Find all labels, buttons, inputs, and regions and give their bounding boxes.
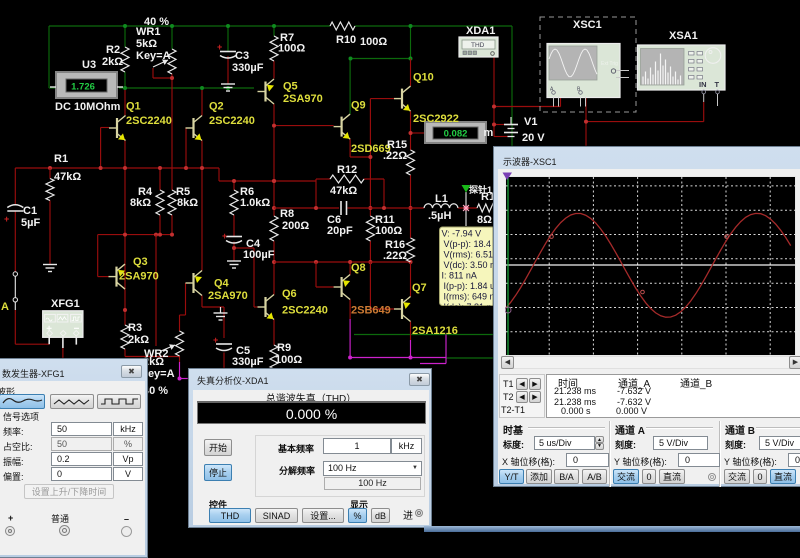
svg-text:100Ω: 100Ω — [375, 225, 402, 237]
svg-text:8kΩ: 8kΩ — [130, 197, 151, 209]
svg-text:XFG1: XFG1 — [51, 298, 80, 310]
svg-text:5µF: 5µF — [21, 217, 40, 229]
svg-text:8Ω: 8Ω — [477, 214, 492, 226]
svg-text:Q3: Q3 — [133, 256, 148, 268]
svg-text:Q6: Q6 — [282, 288, 297, 300]
svg-text:47kΩ: 47kΩ — [330, 185, 357, 197]
svg-text:Q8: Q8 — [351, 262, 366, 274]
svg-text:m: m — [484, 127, 494, 139]
svg-text:1.0kΩ: 1.0kΩ — [240, 197, 270, 209]
svg-text:DC 10MOhm: DC 10MOhm — [55, 101, 121, 113]
svg-text:+: + — [222, 231, 227, 241]
svg-text:探针1: 探针1 — [469, 184, 492, 195]
svg-text:2SC2240: 2SC2240 — [126, 115, 172, 127]
svg-text:+: + — [213, 335, 218, 345]
svg-text:2SA970: 2SA970 — [283, 93, 323, 105]
svg-text:I(p-p): 1.84 u: I(p-p): 1.84 u — [444, 281, 496, 291]
svg-text:20 V: 20 V — [522, 132, 545, 144]
svg-text:R10: R10 — [336, 34, 356, 46]
svg-text:Ext Trig: Ext Trig — [601, 61, 618, 67]
svg-text:330µF: 330µF — [232, 62, 264, 74]
svg-text:+: + — [217, 42, 222, 52]
svg-text:2SC2240: 2SC2240 — [209, 115, 255, 127]
svg-text:Q9: Q9 — [351, 100, 366, 112]
svg-text:2SC2922: 2SC2922 — [413, 113, 459, 125]
svg-text:THD: THD — [471, 42, 485, 49]
svg-text:IN: IN — [699, 80, 707, 89]
svg-text:1.726: 1.726 — [71, 82, 95, 93]
svg-text:R2: R2 — [106, 44, 120, 56]
svg-text:Q1: Q1 — [126, 101, 141, 113]
svg-text:.5µH: .5µH — [428, 210, 452, 222]
svg-text:2SB649: 2SB649 — [351, 305, 391, 317]
svg-text:100Ω: 100Ω — [275, 354, 302, 366]
svg-text:2SA1216: 2SA1216 — [412, 325, 458, 337]
svg-text:V: -7.94 V: V: -7.94 V — [442, 229, 482, 239]
svg-text:100Ω: 100Ω — [360, 36, 387, 48]
svg-text:47kΩ: 47kΩ — [54, 171, 81, 183]
svg-text:U3: U3 — [82, 59, 96, 71]
svg-text:200Ω: 200Ω — [282, 220, 309, 232]
svg-text:2SA970: 2SA970 — [208, 290, 248, 302]
svg-text:R12: R12 — [337, 164, 357, 176]
svg-text:100µF: 100µF — [243, 249, 275, 261]
svg-text:100Ω: 100Ω — [278, 43, 305, 55]
svg-text:R9: R9 — [277, 342, 291, 354]
svg-text:Q10: Q10 — [413, 72, 434, 84]
svg-text:V(dc): 3.50 m: V(dc): 3.50 m — [444, 260, 498, 270]
svg-text:Key=A: Key=A — [136, 50, 171, 62]
svg-text:A: A — [1, 301, 9, 313]
svg-text:T: T — [715, 80, 720, 89]
svg-text:C1: C1 — [23, 205, 37, 217]
svg-text:Q4: Q4 — [214, 278, 230, 290]
svg-text:I(rms): 649 n: I(rms): 649 n — [444, 292, 495, 302]
svg-text:I: 811 nA: I: 811 nA — [442, 271, 477, 281]
svg-text:0.082: 0.082 — [444, 129, 468, 140]
svg-text:R3: R3 — [128, 322, 142, 334]
svg-text:L1: L1 — [435, 193, 448, 205]
svg-text:XSC1: XSC1 — [573, 19, 602, 31]
svg-text:XDA1: XDA1 — [466, 25, 495, 37]
svg-text:WR1: WR1 — [136, 26, 160, 38]
svg-text:Q5: Q5 — [283, 81, 298, 93]
svg-text:R1: R1 — [54, 153, 68, 165]
svg-text:2SA970: 2SA970 — [119, 271, 159, 283]
svg-text:V1: V1 — [524, 116, 537, 128]
svg-text:XSA1: XSA1 — [669, 30, 698, 42]
svg-text:2SC2240: 2SC2240 — [282, 305, 328, 317]
svg-text:Q2: Q2 — [209, 101, 224, 113]
svg-text:5kΩ: 5kΩ — [136, 38, 157, 50]
svg-text:+: + — [4, 214, 9, 224]
svg-text:2kΩ: 2kΩ — [128, 334, 149, 346]
svg-text:V(p-p): 18.4 V: V(p-p): 18.4 V — [444, 239, 500, 249]
svg-text:8kΩ: 8kΩ — [177, 197, 198, 209]
svg-text:.22Ω: .22Ω — [383, 250, 407, 262]
svg-text:R8: R8 — [280, 208, 294, 220]
svg-text:2kΩ: 2kΩ — [102, 56, 123, 68]
svg-text:Q7: Q7 — [412, 282, 427, 294]
svg-text:330µF: 330µF — [232, 356, 264, 368]
svg-text:C3: C3 — [235, 50, 249, 62]
svg-text:I(dc): 7.81 n: I(dc): 7.81 n — [444, 302, 492, 312]
svg-text:.22Ω: .22Ω — [383, 150, 407, 162]
svg-text:20pF: 20pF — [327, 225, 353, 237]
